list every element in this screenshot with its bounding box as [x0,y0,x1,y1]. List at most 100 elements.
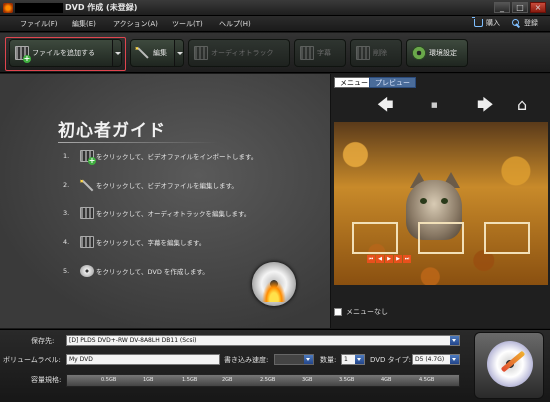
step-number: 1. [63,152,70,160]
arrow-right-icon[interactable]: 🡆 [477,97,494,113]
volume-label-label: ボリュームラベル: [3,356,61,364]
preview-panel: メニュー プレビュー 🡄 ■ 🡆 ⌂ ⏮ ◀ ▶ ▶ ⏭ メニューなし [331,74,550,328]
menu-help[interactable]: ヘルプ(H) [219,19,251,29]
capacity-tick: 2GB [222,377,233,383]
capacity-tick: 3GB [302,377,313,383]
save-to-value: [D] PLDS DVD+-RW DV-8A8LH DB11 (Scsi) [69,337,197,344]
output-settings-panel: 保存先: [D] PLDS DVD+-RW DV-8A8LH DB11 (Scs… [0,329,550,402]
first-icon[interactable]: ⏮ [367,255,375,263]
dvd-disc-icon [80,265,94,277]
capacity-tick: 3.5GB [339,377,355,383]
guide-step: 4. をクリックして、字幕を編集します。 [63,236,205,248]
gear-icon [412,46,426,60]
window-controls: _ □ × [494,2,546,13]
audio-track-label: オーディオトラック [211,49,274,57]
title-bar: DVD 作成 (未登録) _ □ × [0,0,550,16]
guide-step: 5. をクリックして、DVD を作成します。 [63,265,209,277]
write-speed-label: 書き込み速度: [224,356,269,364]
edit-dropdown[interactable] [174,40,183,66]
maximize-button[interactable]: □ [512,2,528,13]
chapter-thumbnail[interactable] [418,222,464,254]
save-to-select[interactable]: [D] PLDS DVD+-RW DV-8A8LH DB11 (Scsi) [66,335,460,346]
edit-label: 編集 [153,49,167,57]
copies-label: 数量: [320,356,337,364]
minimize-button[interactable]: _ [494,2,510,13]
menu-play-controls: ⏮ ◀ ▶ ▶ ⏭ [367,255,411,263]
edit-button[interactable]: 編集 [130,39,184,67]
no-menu-label: メニューなし [346,308,388,316]
flame-icon [262,280,286,302]
chevron-down-icon [450,355,459,364]
next-icon[interactable]: ▶ [394,255,402,263]
settings-button[interactable]: 環境設定 [406,39,468,67]
chevron-down-icon [450,336,459,345]
menu-action[interactable]: アクション(A) [113,19,158,29]
step-number: 5. [63,267,70,275]
menu-navigation: 🡄 ■ 🡆 ⌂ [331,92,550,118]
capacity-tick: 1.5GB [182,377,198,383]
capacity-tick: 4.5GB [419,377,435,383]
delete-button[interactable]: 削除 [350,39,402,67]
delete-label: 削除 [373,49,387,57]
settings-label: 環境設定 [429,49,457,57]
capacity-label: 容量規格: [31,376,62,384]
volume-label-value: My DVD [69,356,93,363]
menu-tools[interactable]: ツール(T) [172,19,203,29]
chapter-thumbnail[interactable] [484,222,530,254]
magic-wand-icon [78,176,96,194]
capacity-tick: 2.5GB [260,377,276,383]
register-link[interactable]: 登録 [512,18,538,28]
redacted-title-prefix [15,3,63,13]
cat-eye [420,198,427,204]
register-label: 登録 [524,19,538,27]
step-text: をクリックして、DVD を作成します。 [96,268,209,276]
dvd-type-value: D5 (4.7G) [415,356,445,363]
no-menu-checkbox[interactable] [334,308,342,316]
audio-track-icon [80,207,94,219]
key-icon [512,18,521,28]
delete-icon [356,46,370,60]
last-icon[interactable]: ⏭ [403,255,411,263]
capacity-tick: 4GB [381,377,392,383]
dvd-type-select[interactable]: D5 (4.7G) [412,354,460,365]
step-text: をクリックして、ビデオファイルをインポートします。 [96,153,258,161]
volume-label-input[interactable]: My DVD [66,354,220,365]
copies-select[interactable]: 1 [341,354,365,365]
tab-menu[interactable]: メニュー [334,77,374,88]
app-logo-icon [3,3,13,13]
menu-file[interactable]: ファイル(F) [20,19,58,29]
audio-track-button[interactable]: オーディオトラック [188,39,290,67]
buy-link[interactable]: 購入 [472,17,500,28]
home-icon[interactable]: ⌂ [517,97,527,113]
step-text: をクリックして、字幕を編集します。 [96,239,206,247]
menu-page-indicator: ■ [431,101,438,109]
guide-divider [58,142,218,143]
audio-track-icon [194,46,208,60]
magic-wand-icon [133,43,153,63]
add-file-icon [80,150,96,165]
menu-edit[interactable]: 編集(E) [72,19,96,29]
burn-button[interactable] [474,332,544,399]
dvd-type-label: DVD タイプ: [370,356,412,364]
tab-preview[interactable]: プレビュー [369,77,416,88]
capacity-bar: 0.5GB 1GB 1.5GB 2GB 2.5GB 3GB 3.5GB 4GB … [66,374,460,387]
guide-step: 3. をクリックして、オーディオトラックを編集します。 [63,207,250,219]
guide-step: 2. をクリックして、ビデオファイルを編集します。 [63,179,238,191]
prev-icon[interactable]: ◀ [376,255,384,263]
close-button[interactable]: × [530,2,546,13]
guide-title: 初心者ガイド [58,121,166,141]
play-icon[interactable]: ▶ [385,255,393,263]
capacity-tick: 1GB [143,377,154,383]
window-title: DVD 作成 (未登録) [65,3,138,12]
subtitle-button[interactable]: 字幕 [294,39,346,67]
no-menu-option[interactable]: メニューなし [334,307,388,317]
subtitle-icon [300,46,314,60]
save-to-label: 保存先: [31,337,55,345]
arrow-left-icon[interactable]: 🡄 [377,97,394,113]
step-number: 4. [63,238,70,246]
chapter-thumbnail[interactable] [352,222,398,254]
menu-bar: ファイル(F) 編集(E) アクション(A) ツール(T) ヘルプ(H) 購入 … [0,16,550,32]
write-speed-select[interactable] [274,354,314,365]
step-number: 3. [63,209,70,217]
chevron-down-icon [355,355,364,364]
